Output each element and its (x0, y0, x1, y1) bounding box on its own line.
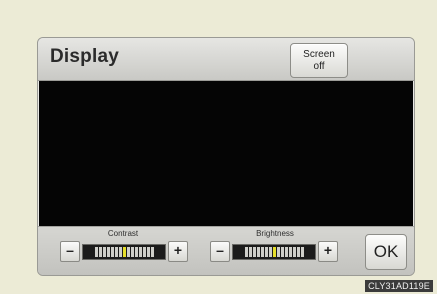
level-tick (134, 247, 138, 257)
brightness-control: Brightness – + (208, 227, 342, 275)
contrast-label: Contrast (107, 229, 139, 238)
contrast-control: Contrast – + (56, 227, 190, 275)
level-tick (102, 247, 106, 257)
contrast-increase-button[interactable]: + (168, 241, 188, 262)
level-tick (260, 247, 264, 257)
page-title: Display (50, 46, 119, 67)
level-tick (272, 247, 276, 257)
level-tick (296, 247, 300, 257)
screen-off-button[interactable]: Screen off (290, 43, 348, 78)
level-tick (264, 247, 268, 257)
level-tick (94, 247, 98, 257)
level-tick (106, 247, 110, 257)
brightness-increase-button[interactable]: + (318, 241, 338, 262)
contrast-level-bar[interactable] (82, 244, 166, 260)
level-tick (138, 247, 142, 257)
level-tick (118, 247, 122, 257)
level-tick (142, 247, 146, 257)
level-tick (244, 247, 248, 257)
display-preview-area (39, 81, 413, 226)
screen-off-label-line2: off (313, 60, 325, 72)
level-tick (256, 247, 260, 257)
level-tick (122, 247, 126, 257)
level-tick (114, 247, 118, 257)
level-tick (98, 247, 102, 257)
display-settings-panel: Display Screen off Contrast – + Brightne… (37, 37, 415, 276)
level-tick (284, 247, 288, 257)
level-tick (292, 247, 296, 257)
level-tick (268, 247, 272, 257)
level-tick (248, 247, 252, 257)
brightness-decrease-button[interactable]: – (210, 241, 230, 262)
contrast-decrease-button[interactable]: – (60, 241, 80, 262)
level-tick (276, 247, 280, 257)
screen-off-label-line1: Screen (303, 48, 335, 60)
level-tick (300, 247, 304, 257)
header-bar: Display Screen off (38, 38, 414, 81)
ok-button[interactable]: OK (365, 234, 407, 270)
level-tick (110, 247, 114, 257)
brightness-label: Brightness (256, 229, 294, 238)
level-tick (150, 247, 154, 257)
level-tick (280, 247, 284, 257)
adjustment-controls: Contrast – + Brightness – + OK (38, 226, 414, 275)
brightness-level-bar[interactable] (232, 244, 316, 260)
level-tick (126, 247, 130, 257)
level-tick (252, 247, 256, 257)
level-tick (130, 247, 134, 257)
level-tick (288, 247, 292, 257)
figure-caption: CLY31AD119E (365, 280, 433, 292)
level-tick (146, 247, 150, 257)
